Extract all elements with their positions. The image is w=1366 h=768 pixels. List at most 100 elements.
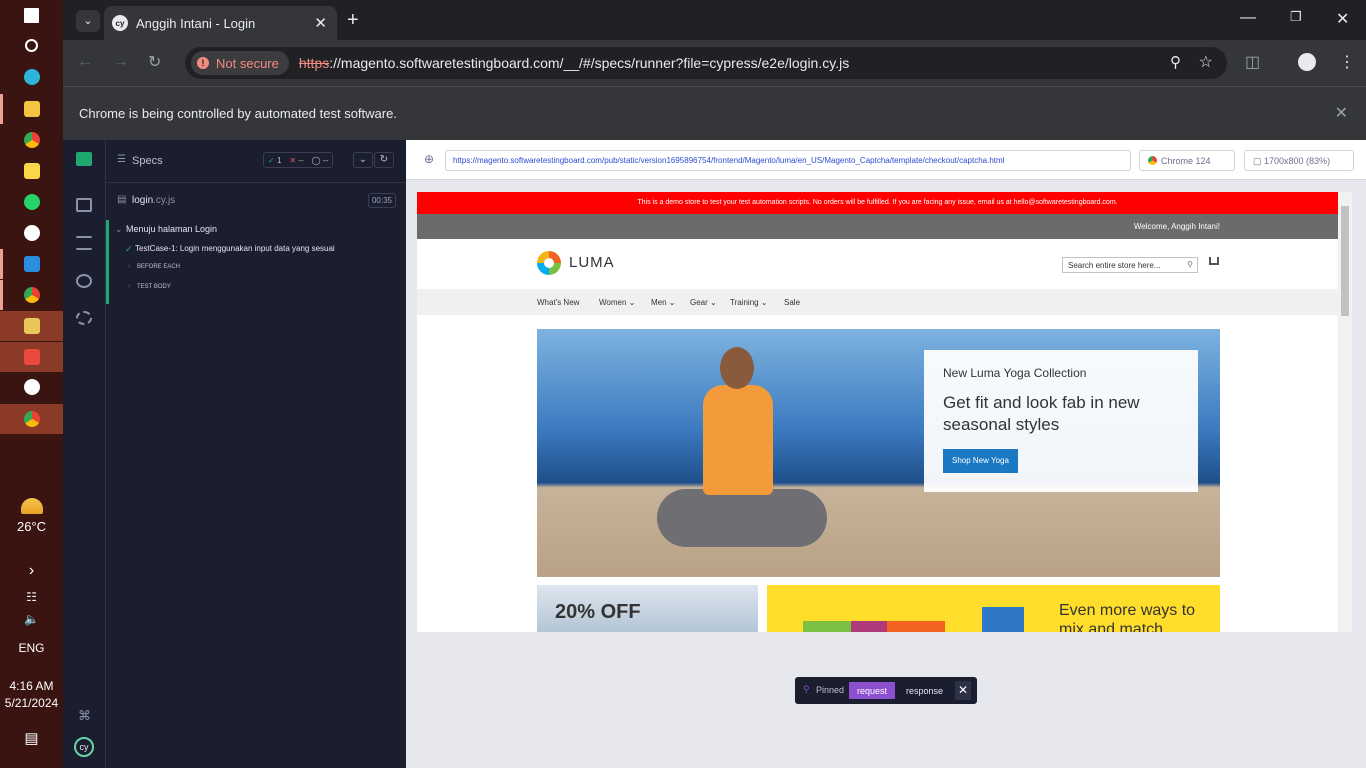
response-tab[interactable]: response	[898, 682, 951, 699]
media-player-icon[interactable]	[0, 218, 63, 248]
clock-date[interactable]: 5/21/2024	[0, 696, 63, 710]
security-chip[interactable]: ! Not secure	[191, 51, 289, 75]
suite-title[interactable]: Menuju halaman Login	[126, 224, 217, 234]
browser-label: Chrome 124	[1161, 156, 1211, 166]
chrome-window: ⌄ cy Anggih Intani - Login ✕ + — ❐ ✕ ← →…	[63, 0, 1366, 140]
tile1-text: 20% OFF	[555, 601, 641, 623]
cart-icon[interactable]	[1209, 257, 1219, 265]
sticky-notes-icon[interactable]	[0, 156, 63, 186]
edge-icon[interactable]	[0, 62, 63, 92]
tab-search-icon[interactable]: ⌄	[76, 10, 100, 32]
keyboard-shortcuts-icon[interactable]: ⌘	[78, 708, 91, 724]
failed-count: ✕ --	[289, 155, 304, 165]
specs-label[interactable]: Specs	[132, 155, 163, 167]
aut-url-field[interactable]: https://magento.softwaretestingboard.com…	[445, 150, 1131, 171]
chrome-icon	[1148, 156, 1157, 165]
windows-start-icon[interactable]	[0, 0, 63, 30]
close-window-icon[interactable]: ✕	[1336, 9, 1349, 29]
notifications-icon[interactable]: ▤	[0, 729, 63, 747]
menu-kebab-icon[interactable]: ⋮	[1339, 52, 1355, 72]
nav-gear[interactable]: Gear ⌄	[690, 298, 717, 307]
clock-time[interactable]: 4:16 AM	[0, 679, 63, 693]
language-indicator[interactable]: ENG	[0, 641, 63, 655]
hook-test-body[interactable]: TEST BODY	[137, 284, 171, 290]
hook-before-each[interactable]: BEFORE EACH	[137, 264, 180, 270]
close-tab-icon[interactable]: ✕	[314, 14, 327, 32]
tab-strip: ⌄ cy Anggih Intani - Login ✕ + — ❐ ✕	[63, 0, 1366, 40]
shop-new-yoga-button[interactable]: Shop New Yoga	[943, 449, 1018, 473]
file-explorer-icon[interactable]	[0, 94, 63, 124]
spec-file-name[interactable]: login.cy.js	[132, 195, 175, 206]
vscode-icon[interactable]	[0, 249, 63, 279]
hook-chevron-icon[interactable]: ›	[128, 263, 130, 270]
cypress-logo-icon[interactable]: cy	[74, 737, 94, 757]
new-tab-icon[interactable]: +	[347, 9, 359, 32]
address-bar[interactable]: ! Not secure https ://magento.softwarete…	[185, 47, 1227, 79]
viewport-label: 1700x800 (83%)	[1264, 156, 1331, 166]
weather-widget[interactable]: 26°C	[0, 498, 63, 536]
specs-list-icon[interactable]: ☰	[117, 154, 126, 165]
selector-playground-icon[interactable]: ⊕	[424, 152, 434, 166]
pinned-label: Pinned	[816, 685, 845, 695]
promo-tile-sale[interactable]: 20% OFF	[537, 585, 758, 632]
infobar-text: Chrome is being controlled by automated …	[79, 106, 397, 121]
reload-icon[interactable]: ↻	[148, 52, 161, 72]
specs-nav-icon[interactable]	[76, 152, 92, 166]
whatsapp-icon[interactable]	[0, 187, 63, 217]
unpin-close-icon[interactable]: ✕	[955, 681, 971, 700]
alarm-app-icon[interactable]	[0, 342, 63, 372]
logo-text[interactable]: LUMA	[569, 254, 615, 271]
nav-men[interactable]: Men ⌄	[651, 298, 676, 307]
tile2-text: Even more ways to mix and match	[1059, 602, 1196, 632]
settings-gear-icon[interactable]	[76, 311, 92, 325]
back-icon[interactable]: ←	[77, 53, 93, 71]
aut-iframe: This is a demo store to test your test a…	[417, 192, 1352, 632]
request-tab[interactable]: request	[849, 682, 896, 699]
nav-sale[interactable]: Sale	[784, 298, 800, 307]
rerun-icon[interactable]: ↻	[374, 152, 394, 168]
header-panel: Welcome, Anggih Intani!	[417, 214, 1338, 239]
nav-whats-new[interactable]: What's New	[537, 298, 579, 307]
pinned-command-bar: ⚲ Pinned request response ✕	[795, 677, 977, 704]
browser-tab[interactable]: cy Anggih Intani - Login ✕	[104, 6, 337, 40]
promo-tile-mix[interactable]: Even more ways to mix and match	[767, 585, 1220, 632]
forward-icon[interactable]: →	[113, 53, 129, 71]
cypress-app-icon[interactable]	[0, 372, 63, 402]
chevron-right-icon[interactable]: ›	[0, 562, 63, 580]
app-icon[interactable]	[0, 311, 63, 341]
aut-header: ⊕ https://magento.softwaretestingboard.c…	[406, 140, 1366, 180]
viewport-info[interactable]: ▢ 1700x800 (83%)	[1244, 150, 1354, 171]
restore-icon[interactable]: ❐	[1290, 9, 1302, 25]
iframe-scrollbar[interactable]	[1338, 192, 1352, 632]
chrome-active-icon[interactable]	[0, 404, 63, 434]
search-icon[interactable]	[0, 30, 63, 60]
browser-selector[interactable]: Chrome 124	[1139, 150, 1235, 171]
zoom-icon[interactable]: ⚲	[1170, 53, 1181, 71]
chrome-profile-icon[interactable]	[0, 280, 63, 310]
extensions-icon[interactable]: ◫	[1245, 52, 1260, 72]
hero-banner[interactable]: New Luma Yoga Collection Get fit and loo…	[537, 329, 1220, 577]
minimize-icon[interactable]: —	[1240, 9, 1256, 27]
chevron-down-icon[interactable]: ⌄	[353, 152, 373, 168]
nav-training[interactable]: Training ⌄	[730, 298, 768, 307]
debug-bug-icon[interactable]	[76, 274, 92, 288]
bookmark-star-icon[interactable]: ☆	[1199, 52, 1213, 72]
welcome-message[interactable]: Welcome, Anggih Intani!	[1134, 222, 1220, 231]
run-duration: 00:35	[367, 193, 396, 208]
search-input[interactable]: Search entire store here... ⚲	[1062, 257, 1198, 273]
chrome-icon[interactable]	[0, 125, 63, 155]
hook-chevron-icon[interactable]: ›	[128, 283, 130, 290]
infobar-close-icon[interactable]: ✕	[1335, 103, 1348, 123]
test-list-nav-icon[interactable]	[76, 236, 92, 250]
search-icon[interactable]: ⚲	[1187, 260, 1193, 269]
scrollbar-thumb[interactable]	[1341, 206, 1349, 316]
runs-nav-icon[interactable]	[76, 198, 92, 212]
reporter-header: ☰ Specs ✓ 1 ✕ -- ◯ -- ⌄ ↻	[106, 140, 406, 183]
luma-logo-icon[interactable]	[537, 251, 561, 275]
network-icon[interactable]: ☷	[0, 590, 63, 604]
suite-chevron-icon[interactable]: ⌄	[115, 224, 123, 235]
profile-avatar-icon[interactable]	[1298, 53, 1316, 71]
nav-women[interactable]: Women ⌄	[599, 298, 635, 307]
test-title[interactable]: TestCase-1: Login menggunakan input data…	[135, 244, 335, 253]
volume-icon[interactable]: 🔈	[0, 612, 63, 626]
